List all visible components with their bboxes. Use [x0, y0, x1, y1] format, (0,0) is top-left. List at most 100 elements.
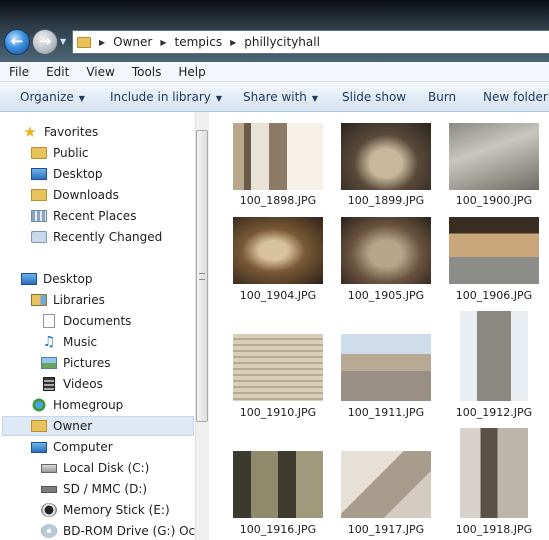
- menu-file[interactable]: File: [0, 65, 37, 79]
- nav-pictures[interactable]: Pictures: [41, 353, 111, 373]
- nav-owner[interactable]: Owner: [2, 416, 194, 436]
- nav-music-label: Music: [63, 335, 98, 349]
- nav-desktop-favorite[interactable]: Desktop: [31, 164, 103, 184]
- nav-libraries[interactable]: Libraries: [31, 290, 105, 310]
- downloads-icon: [31, 189, 47, 201]
- menu-bar: File Edit View Tools Help: [0, 62, 549, 82]
- nav-videos[interactable]: Videos: [41, 374, 103, 394]
- new-folder-button[interactable]: New folder: [483, 90, 548, 104]
- file-name[interactable]: 100_1905.JPG: [336, 289, 436, 302]
- menu-tools[interactable]: Tools: [123, 65, 170, 79]
- removable-drive-icon: [41, 485, 57, 493]
- nav-music[interactable]: ♫ Music: [41, 332, 97, 352]
- nav-memory-stick[interactable]: Memory Stick (E:): [41, 500, 170, 520]
- chevron-right-icon[interactable]: ▶: [160, 38, 166, 47]
- nav-public[interactable]: Public: [31, 143, 89, 163]
- optical-drive-icon: [41, 524, 57, 538]
- burn-button[interactable]: Burn: [428, 90, 456, 104]
- navigation-pane: ★ Favorites Public Desktop Downloads Rece…: [0, 112, 199, 540]
- file-thumbnail[interactable]: [233, 451, 323, 518]
- nav-downloads-label: Downloads: [53, 188, 119, 202]
- file-list: 100_1898.JPG 100_1899.JPG 100_1900.JPG 1…: [210, 112, 549, 540]
- file-name[interactable]: 100_1911.JPG: [336, 406, 436, 419]
- star-icon: ★: [23, 123, 37, 141]
- nav-recently-changed-label: Recently Changed: [53, 230, 163, 244]
- file-name[interactable]: 100_1906.JPG: [444, 289, 544, 302]
- file-thumbnail[interactable]: [233, 334, 323, 401]
- back-button[interactable]: ←: [4, 29, 30, 55]
- nav-bd-rom[interactable]: BD-ROM Drive (G:) Oct 0: [41, 521, 199, 540]
- nav-sd-mmc[interactable]: SD / MMC (D:): [41, 479, 147, 499]
- file-thumbnail[interactable]: [341, 217, 431, 284]
- arrow-left-icon: ←: [10, 32, 24, 50]
- file-thumbnail[interactable]: [233, 123, 323, 190]
- music-icon: ♫: [42, 334, 56, 350]
- nav-homegroup[interactable]: Homegroup: [31, 395, 123, 415]
- forward-button[interactable]: →: [32, 29, 58, 55]
- chevron-down-icon: ▼: [78, 94, 85, 103]
- nav-memory-stick-label: Memory Stick (E:): [63, 503, 170, 517]
- videos-icon: [43, 377, 55, 391]
- nav-recently-changed[interactable]: Recently Changed: [31, 227, 162, 247]
- file-name[interactable]: 100_1898.JPG: [228, 194, 328, 207]
- pictures-icon: [41, 357, 57, 369]
- chevron-right-icon[interactable]: ▶: [99, 38, 105, 47]
- nav-downloads[interactable]: Downloads: [31, 185, 119, 205]
- hard-drive-icon: [41, 463, 57, 473]
- nav-favorites[interactable]: ★ Favorites: [22, 122, 98, 142]
- grip-icon: [199, 273, 205, 280]
- chevron-right-icon[interactable]: ▶: [230, 38, 236, 47]
- nav-documents-label: Documents: [63, 314, 132, 328]
- file-thumbnail[interactable]: [341, 451, 431, 518]
- nav-computer[interactable]: Computer: [31, 437, 113, 457]
- nav-owner-label: Owner: [53, 419, 93, 433]
- menu-help[interactable]: Help: [169, 65, 213, 79]
- file-thumbnail[interactable]: [341, 334, 431, 401]
- nav-documents[interactable]: Documents: [41, 311, 131, 331]
- share-with-label: Share with: [243, 90, 307, 104]
- file-name[interactable]: 100_1904.JPG: [228, 289, 328, 302]
- file-thumbnail[interactable]: [449, 123, 539, 190]
- file-name[interactable]: 100_1910.JPG: [228, 406, 328, 419]
- user-folder-icon: [31, 420, 47, 432]
- desktop-icon: [21, 273, 37, 285]
- nav-sd-mmc-label: SD / MMC (D:): [63, 482, 148, 496]
- file-thumbnail[interactable]: [449, 217, 539, 284]
- breadcrumb-tempics[interactable]: tempics: [175, 35, 223, 49]
- file-name[interactable]: 100_1912.JPG: [444, 406, 544, 419]
- file-thumbnail[interactable]: [460, 311, 528, 401]
- chevron-down-icon: ▼: [311, 94, 319, 103]
- nav-recent-places[interactable]: Recent Places: [31, 206, 136, 226]
- address-bar[interactable]: ▶ Owner ▶ tempics ▶ phillycityhall: [72, 30, 549, 54]
- nav-favorites-label: Favorites: [44, 125, 99, 139]
- file-name[interactable]: 100_1916.JPG: [228, 523, 328, 536]
- nav-local-disk[interactable]: Local Disk (C:): [41, 458, 149, 478]
- nav-desktop-favorite-label: Desktop: [53, 167, 103, 181]
- organize-button[interactable]: Organize ▼: [20, 90, 85, 104]
- share-with-button[interactable]: Share with ▼: [243, 90, 318, 104]
- desktop-icon: [31, 168, 47, 180]
- nav-desktop[interactable]: Desktop: [21, 269, 93, 289]
- file-name[interactable]: 100_1917.JPG: [336, 523, 436, 536]
- nav-computer-label: Computer: [53, 440, 113, 454]
- file-name[interactable]: 100_1899.JPG: [336, 194, 436, 207]
- file-thumbnail[interactable]: [233, 217, 323, 284]
- file-thumbnail[interactable]: [341, 123, 431, 190]
- menu-view[interactable]: View: [77, 65, 122, 79]
- history-dropdown-icon[interactable]: ▼: [60, 37, 66, 46]
- memory-stick-icon: [41, 503, 57, 517]
- menu-edit[interactable]: Edit: [37, 65, 77, 79]
- command-bar: Organize ▼ Include in library ▼ Share with…: [0, 82, 549, 112]
- recent-places-icon: [31, 210, 47, 222]
- slide-show-button[interactable]: Slide show: [342, 90, 406, 104]
- nav-videos-label: Videos: [63, 377, 103, 391]
- include-in-library-button[interactable]: Include in library ▼: [110, 90, 222, 104]
- computer-icon: [31, 441, 47, 453]
- file-thumbnail[interactable]: [460, 428, 528, 518]
- nav-pictures-label: Pictures: [63, 356, 111, 370]
- breadcrumb-phillycityhall[interactable]: phillycityhall: [244, 35, 320, 49]
- file-name[interactable]: 100_1900.JPG: [444, 194, 544, 207]
- folder-icon: [77, 36, 91, 48]
- file-name[interactable]: 100_1918.JPG: [444, 523, 544, 536]
- breadcrumb-owner[interactable]: Owner: [113, 35, 152, 49]
